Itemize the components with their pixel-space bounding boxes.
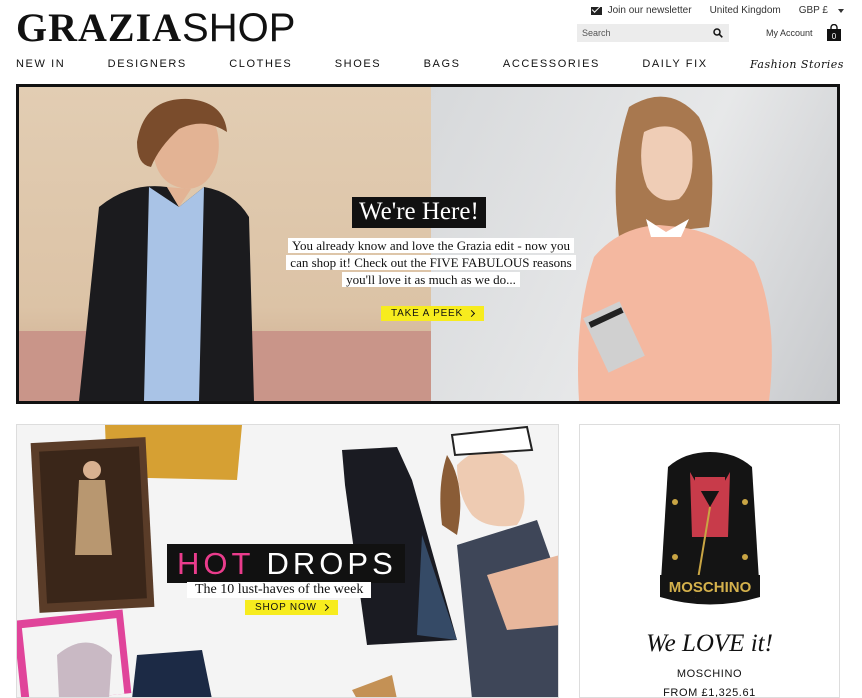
product-tagline: We LOVE it! xyxy=(646,630,773,657)
shop-now-button[interactable]: SHOP NOW xyxy=(245,600,338,615)
hero-title: We're Here! xyxy=(352,197,486,228)
nav-bags[interactable]: BAGS xyxy=(424,58,461,70)
mail-icon xyxy=(590,6,602,15)
shop-now-label: SHOP NOW xyxy=(255,602,317,613)
take-a-peek-button[interactable]: TAKE A PEEK xyxy=(381,306,484,321)
hero-description: You already know and love the Grazia edi… xyxy=(286,237,576,288)
hot-drops-subtitle: The 10 lust-haves of the week xyxy=(187,582,372,598)
nav-new-in[interactable]: NEW IN xyxy=(16,58,65,70)
hot-drops-title-hot: HOT xyxy=(177,546,254,581)
hot-drops-banner[interactable]: HOT DROPS The 10 lust-haves of the week … xyxy=(16,424,559,698)
newsletter-link[interactable]: Join our newsletter xyxy=(590,5,692,16)
nav-fashion-stories[interactable]: Fashion Stories xyxy=(750,58,844,71)
search-icon[interactable] xyxy=(713,28,723,38)
search-input[interactable] xyxy=(577,24,707,42)
hot-drops-title-rest: DROPS xyxy=(266,546,397,581)
country-selector[interactable]: United Kingdom xyxy=(710,5,781,16)
nav-designers[interactable]: DESIGNERS xyxy=(108,58,187,70)
chevron-down-icon xyxy=(838,8,844,13)
nav-daily-fix[interactable]: DAILY FIX xyxy=(642,58,707,70)
chevron-right-icon xyxy=(467,309,476,318)
product-price: FROM £1,325.61 xyxy=(663,687,756,698)
hero-description-text: You already know and love the Grazia edi… xyxy=(286,238,576,287)
product-card[interactable]: MOSCHINO We LOVE it! MOSCHINO FROM £1,32… xyxy=(579,424,840,698)
nav-clothes[interactable]: CLOTHES xyxy=(229,58,292,70)
currency-label: GBP £ xyxy=(798,5,828,16)
my-account-link[interactable]: My Account xyxy=(766,28,813,38)
hot-drops-title: HOT DROPS xyxy=(167,544,405,583)
nav-shoes[interactable]: SHOES xyxy=(335,58,382,70)
utility-bar: Join our newsletter United Kingdom GBP £ xyxy=(590,5,844,16)
shopping-bag-icon[interactable]: 0 xyxy=(826,24,842,42)
site-logo[interactable]: GRAZIA SHOP xyxy=(16,4,295,50)
newsletter-label: Join our newsletter xyxy=(607,5,692,16)
logo-bold-text: GRAZIA xyxy=(16,5,183,50)
main-nav: NEW IN DESIGNERS CLOTHES SHOES BAGS ACCE… xyxy=(16,57,844,71)
hero-banner[interactable]: We're Here! You already know and love th… xyxy=(16,84,840,404)
product-brand[interactable]: MOSCHINO xyxy=(580,668,839,680)
currency-selector[interactable]: GBP £ xyxy=(799,5,844,16)
search-box xyxy=(577,24,729,42)
take-a-peek-label: TAKE A PEEK xyxy=(391,308,463,319)
logo-light-text: SHOP xyxy=(182,6,296,50)
bag-brand-logo: MOSCHINO xyxy=(669,579,752,596)
chevron-right-icon xyxy=(321,603,329,612)
nav-accessories[interactable]: ACCESSORIES xyxy=(503,58,600,70)
product-image: MOSCHINO xyxy=(660,452,760,605)
bag-count: 0 xyxy=(832,32,837,41)
